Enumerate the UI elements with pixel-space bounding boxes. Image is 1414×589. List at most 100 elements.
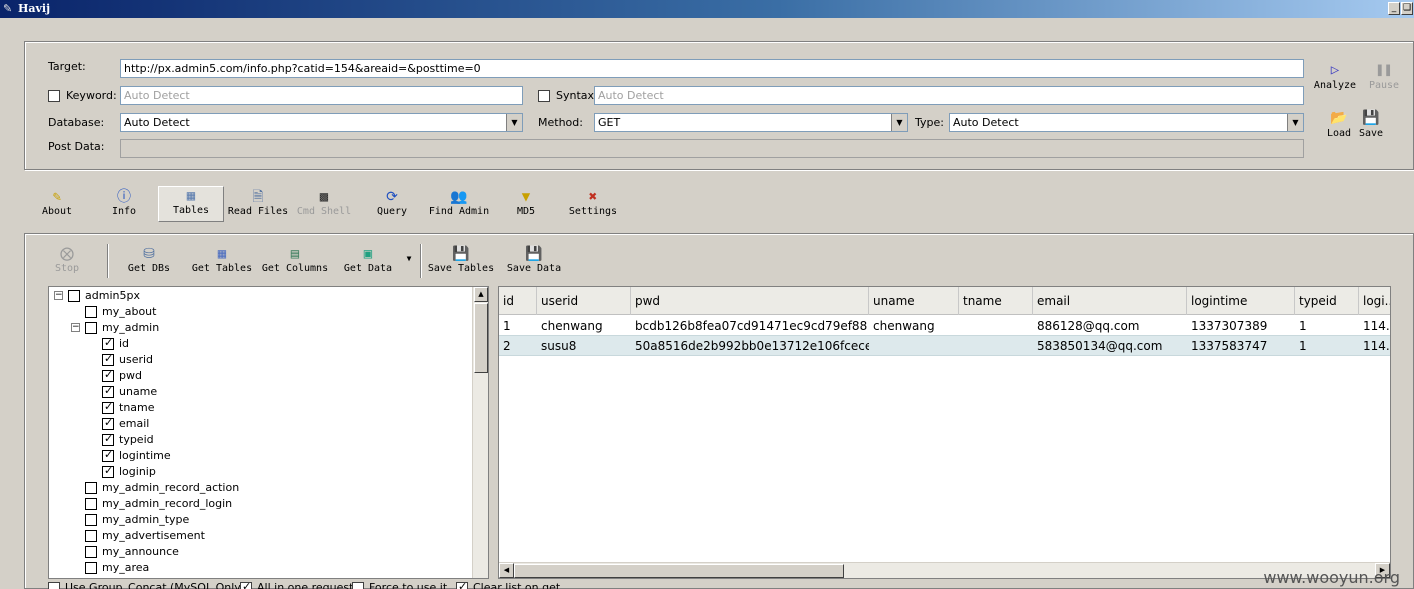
clear-list-checkbox[interactable]	[456, 580, 468, 589]
minimize-button[interactable]: _	[1388, 2, 1400, 15]
column-header[interactable]: email	[1033, 287, 1187, 315]
postdata-label: Post Data:	[48, 140, 105, 153]
tree-vertical-scrollbar[interactable]: ▲	[472, 287, 488, 578]
type-value: Auto Detect	[953, 116, 1019, 129]
tree-checkbox[interactable]	[85, 546, 97, 558]
tab-settings[interactable]: ✖ Settings	[566, 188, 620, 222]
tree-checkbox[interactable]	[85, 498, 97, 510]
tab-cmd-shell[interactable]: ▩ Cmd Shell	[294, 188, 354, 222]
tree-checkbox[interactable]	[102, 416, 114, 430]
tree-checkbox[interactable]	[102, 432, 114, 446]
table-cell: bcdb126b8fea07cd91471ec9cd79ef88	[635, 319, 868, 333]
restore-button[interactable]: ❑	[1401, 2, 1413, 15]
tree-item-label: typeid	[119, 433, 154, 446]
save-tables-button[interactable]: 💾 Save Tables	[426, 245, 496, 277]
method-select[interactable]: GET ▼	[594, 113, 908, 132]
analyze-button[interactable]: ▷ Analyze	[1312, 62, 1358, 91]
scroll-up-icon[interactable]: ▲	[474, 287, 488, 302]
force-checkbox[interactable]	[352, 582, 364, 589]
folder-open-icon: 📂	[1330, 110, 1348, 126]
syntax-checkbox[interactable]	[538, 90, 550, 102]
chevron-down-icon[interactable]: ▼	[891, 114, 907, 131]
table-row[interactable]: 2 susu8 50a8516de2b992bb0e13712e106fcece 58…	[499, 336, 1390, 356]
tab-read-files[interactable]: 🗎 Read Files	[226, 188, 290, 222]
watermark: www.wooyun.org	[1263, 568, 1400, 587]
file-icon: 🗎	[252, 189, 264, 205]
target-label: Target:	[48, 60, 86, 73]
tab-about[interactable]: ✎ About	[38, 188, 76, 222]
tree-checkbox[interactable]	[102, 352, 114, 366]
tree-checkbox[interactable]	[102, 464, 114, 478]
toolbar-separator	[420, 244, 422, 278]
keyword-checkbox[interactable]	[48, 90, 60, 102]
column-header[interactable]: pwd	[631, 287, 869, 315]
tree-checkbox[interactable]	[102, 368, 114, 382]
tab-query[interactable]: ⟳ Query	[372, 188, 412, 222]
column-header[interactable]: userid	[537, 287, 631, 315]
data-grid[interactable]: id userid pwd uname tname email logintime typei…	[498, 286, 1391, 579]
scroll-left-icon[interactable]: ◀	[499, 563, 514, 578]
database-select[interactable]: Auto Detect ▼	[120, 113, 523, 132]
tree-checkbox[interactable]	[85, 306, 97, 318]
group-concat-checkbox[interactable]	[48, 582, 60, 589]
scroll-thumb[interactable]	[474, 303, 488, 373]
tree-checkbox[interactable]	[85, 322, 97, 334]
column-header[interactable]: typeid	[1295, 287, 1359, 315]
type-select[interactable]: Auto Detect ▼	[949, 113, 1304, 132]
tree-checkbox[interactable]	[85, 530, 97, 542]
table-cell: 114...	[1363, 319, 1390, 333]
keyword-input[interactable]: Auto Detect	[120, 86, 523, 105]
tables-tree[interactable]: − admin5px my_about−my_adminiduseridpwdu…	[48, 286, 489, 579]
target-input[interactable]: http://px.admin5.com/info.php?catid=154&…	[120, 59, 1304, 78]
table-cell: 114...	[1363, 339, 1390, 353]
stop-button[interactable]: ⨂ Stop	[52, 245, 82, 277]
table-cell: 2	[503, 339, 511, 353]
table-cell: 886128@qq.com	[1037, 319, 1140, 333]
column-header[interactable]: logi...	[1359, 287, 1390, 315]
collapse-icon[interactable]: −	[54, 291, 63, 300]
table-cell: 583850134@qq.com	[1037, 339, 1163, 353]
column-header[interactable]: id	[499, 287, 537, 315]
column-header[interactable]: tname	[959, 287, 1033, 315]
stop-icon: ⨂	[60, 246, 74, 262]
grid-header: id userid pwd uname tname email logintime typei…	[499, 287, 1390, 315]
tab-tables[interactable]: ▦ Tables	[158, 186, 224, 222]
query-icon: ⟳	[386, 189, 398, 205]
table-cell: 1	[503, 319, 511, 333]
tree-checkbox[interactable]	[68, 290, 80, 302]
chevron-down-icon[interactable]: ▼	[506, 114, 522, 131]
tree-checkbox[interactable]	[102, 448, 114, 462]
chevron-down-icon[interactable]: ▼	[1287, 114, 1303, 131]
tree-checkbox[interactable]	[85, 482, 97, 494]
syntax-input[interactable]: Auto Detect	[594, 86, 1304, 105]
tree-checkbox[interactable]	[85, 514, 97, 526]
postdata-input[interactable]	[120, 139, 1304, 158]
tab-find-admin[interactable]: 👥 Find Admin	[426, 188, 492, 222]
column-header[interactable]: uname	[869, 287, 959, 315]
tree-checkbox[interactable]	[102, 384, 114, 398]
table-row[interactable]: 1 chenwang bcdb126b8fea07cd91471ec9cd79ef8…	[499, 316, 1390, 336]
collapse-icon[interactable]: −	[71, 323, 80, 332]
tree-item-label: my_admin_record_action	[102, 481, 240, 494]
save-button[interactable]: 💾 Save	[1356, 110, 1386, 139]
floppy-disk-icon: 💾	[452, 246, 470, 262]
get-data-button[interactable]: ▣ Get Data	[340, 245, 396, 277]
tree-checkbox[interactable]	[85, 562, 97, 574]
get-data-dropdown[interactable]: ▼	[404, 254, 414, 286]
save-data-button[interactable]: 💾 Save Data	[504, 245, 564, 277]
tab-info[interactable]: ⓘ Info	[106, 188, 142, 222]
tree-checkbox[interactable]	[102, 400, 114, 414]
filter-icon: ▼	[521, 189, 531, 205]
tab-md5[interactable]: ▼ MD5	[512, 188, 540, 222]
pause-button[interactable]: ❚❚ Pause	[1364, 62, 1404, 91]
get-tables-button[interactable]: ▦ Get Tables	[190, 245, 254, 277]
tree-checkbox[interactable]	[102, 336, 114, 350]
column-header[interactable]: logintime	[1187, 287, 1295, 315]
all-in-one-checkbox[interactable]	[240, 580, 252, 589]
grid-horizontal-scrollbar[interactable]: ◀ ▶	[499, 562, 1390, 578]
scroll-thumb[interactable]	[514, 564, 844, 578]
load-button[interactable]: 📂 Load	[1322, 110, 1356, 139]
tree-item-label: userid	[119, 353, 154, 366]
get-columns-button[interactable]: ▤ Get Columns	[260, 245, 330, 277]
get-dbs-button[interactable]: ⛁ Get DBs	[124, 245, 174, 277]
